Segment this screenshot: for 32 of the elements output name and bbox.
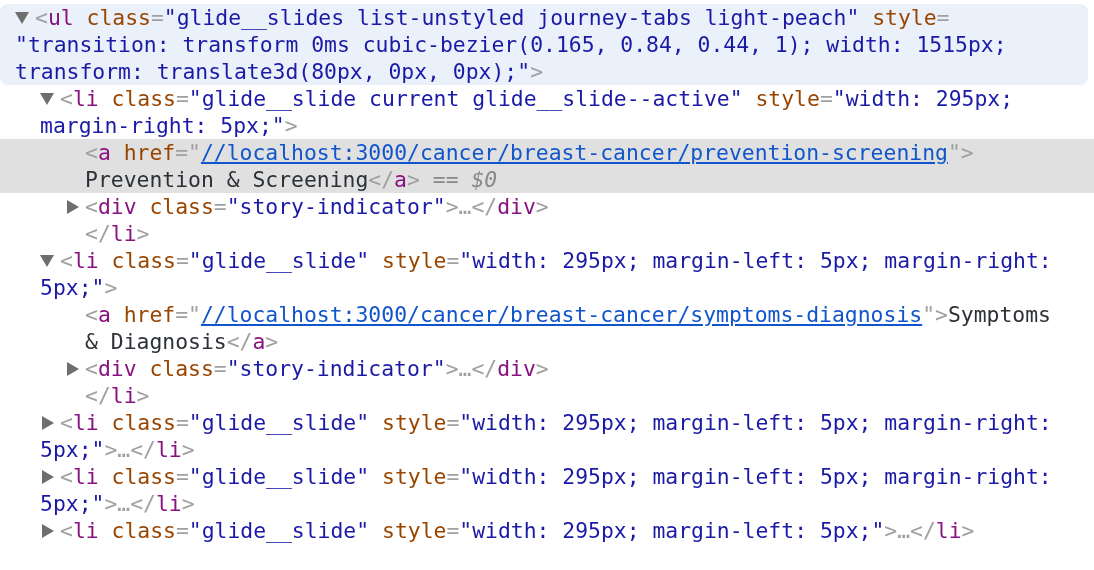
code-line: <a href="//localhost:3000/cancer/breast-cancer/symptoms-diagnosis">Symptoms (85, 301, 1051, 328)
code-line: 5px;"> (40, 274, 118, 301)
code-line: <div class="story-indicator">…</div> (85, 355, 549, 382)
code-line: 5px;">…</li> (40, 436, 195, 463)
url-link[interactable]: //localhost:3000/cancer/breast-cancer/prevention-screening (200, 140, 948, 165)
code-line: "transition: transform 0ms cubic-bezier(0.165, 0.84, 0.44, 1); width: 1515px; (15, 31, 1007, 58)
triangle-right-icon[interactable] (42, 523, 54, 538)
triangle-right-icon[interactable] (42, 415, 54, 430)
url-link[interactable]: //localhost:3000/cancer/breast-cancer/symptoms-diagnosis (200, 302, 923, 327)
code-line: </li> (85, 220, 150, 247)
triangle-right-icon[interactable] (67, 199, 79, 214)
code-line: Prevention & Screening</a> == $0 (85, 166, 498, 193)
code-line: <a href="//localhost:3000/cancer/breast-cancer/prevention-screening"> (85, 139, 974, 166)
code-line: <div class="story-indicator">…</div> (85, 193, 549, 220)
triangle-right-icon[interactable] (42, 469, 54, 484)
code-line: margin-right: 5px;"> (40, 112, 298, 139)
triangle-down-icon[interactable] (40, 254, 54, 267)
triangle-right-icon[interactable] (67, 361, 79, 376)
triangle-down-icon[interactable] (15, 11, 29, 24)
code-line: <li class="glide__slide" style="width: 295px; margin-left: 5px; margin-right: (60, 409, 1052, 436)
code-line: <li class="glide__slide" style="width: 295px; margin-left: 5px; margin-right: (60, 463, 1052, 490)
hover-highlight[interactable]: <ul class="glide__slides list-unstyled journey-tabs light-peach" style= "transition: transform 0ms cubic-bezier(0.165, 0.84, 0.44, 1); width: 1515px; transform: translate3d(80px, 0px, 0px);"> (0, 4, 1088, 85)
triangle-down-icon[interactable] (40, 92, 54, 105)
code-line: & Diagnosis</a> (85, 328, 279, 355)
code-line: <li class="glide__slide" style="width: 295px; margin-left: 5px; margin-right: (60, 247, 1052, 274)
code-line: <ul class="glide__slides list-unstyled journey-tabs light-peach" style= (35, 4, 950, 31)
selected-row-highlight[interactable]: <a href="//localhost:3000/cancer/breast-cancer/prevention-screening"> Prevention & Screening</a> == $0 (0, 139, 1094, 193)
code-line: <li class="glide__slide" style="width: 295px; margin-left: 5px;">…</li> (60, 517, 975, 544)
code-line: transform: translate3d(80px, 0px, 0px);"> (15, 58, 544, 85)
code-line: 5px;">…</li> (40, 490, 195, 517)
code-line: </li> (85, 382, 150, 409)
code-line: <li class="glide__slide current glide__slide--active" style="width: 295px; (60, 85, 1014, 112)
